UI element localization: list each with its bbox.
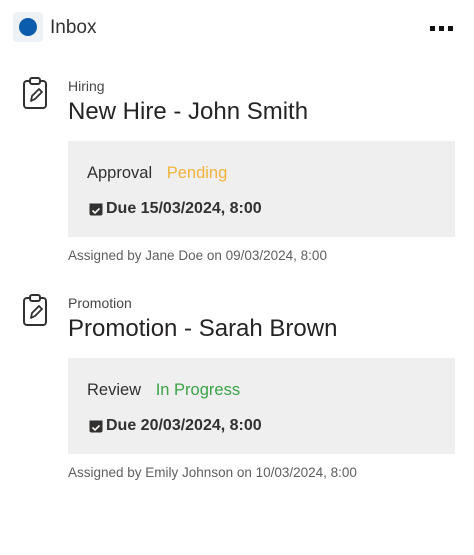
task-status-card[interactable]: Review In Progress Due 20/03/2024, 8:00 <box>68 358 455 454</box>
more-options-button[interactable] <box>427 14 455 42</box>
status-row: Approval Pending <box>87 162 227 184</box>
assigned-by-text: Assigned by Emily Johnson on 10/03/2024,… <box>68 465 357 480</box>
status-badge: Pending <box>166 164 228 182</box>
due-date: Due 20/03/2024, 8:00 <box>89 415 262 437</box>
app-header: Inbox <box>0 0 474 56</box>
status-row: Review In Progress <box>87 379 240 401</box>
assigned-by-text: Assigned by Jane Doe on 09/03/2024, 8:00 <box>68 248 327 263</box>
more-dot-icon <box>429 25 435 31</box>
due-date-text: Due 15/03/2024, 8:00 <box>106 200 262 217</box>
task-category: Promotion <box>68 295 132 311</box>
more-dot-icon <box>438 25 444 31</box>
app-logo-icon <box>13 12 43 42</box>
calendar-check-icon <box>89 420 103 433</box>
clipboard-edit-icon <box>23 294 47 326</box>
clipboard-edit-icon <box>23 77 47 109</box>
status-badge: In Progress <box>155 381 241 399</box>
more-dot-icon <box>447 25 453 31</box>
due-date: Due 15/03/2024, 8:00 <box>89 198 262 220</box>
task-title[interactable]: Promotion - Sarah Brown <box>68 314 337 344</box>
calendar-check-icon <box>89 203 103 216</box>
status-label: Approval <box>87 164 153 182</box>
status-label: Review <box>87 381 142 399</box>
task-title[interactable]: New Hire - John Smith <box>68 97 308 127</box>
due-date-text: Due 20/03/2024, 8:00 <box>106 417 262 434</box>
task-status-card[interactable]: Approval Pending Due 15/03/2024, 8:00 <box>68 141 455 237</box>
task-category: Hiring <box>68 78 105 94</box>
page-title: Inbox <box>50 17 97 38</box>
